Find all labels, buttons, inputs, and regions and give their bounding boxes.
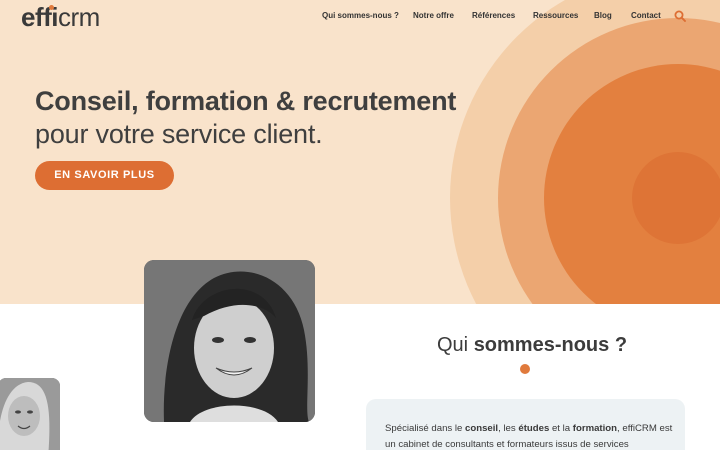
about-card: Spécialisé dans le conseil, les études e… (366, 399, 685, 450)
nav-item-contact[interactable]: Contact (631, 11, 661, 20)
en-savoir-plus-button[interactable]: EN SAVOIR PLUS (35, 161, 174, 190)
about-text: Spécialisé dans le conseil, les études e… (385, 423, 673, 450)
hero-section: efficrm Qui sommes-nous ? Notre offre Ré… (0, 0, 720, 304)
section-dot (520, 364, 530, 374)
nav-item-blog[interactable]: Blog (594, 11, 612, 20)
team-member-photo-secondary (0, 378, 60, 450)
nav-item-ressources[interactable]: Ressources (533, 11, 578, 20)
hero-headline: Conseil, formation & recrutement (35, 86, 457, 116)
team-member-photo (144, 260, 315, 422)
portrait-image-secondary (0, 378, 60, 450)
section-title-qui-sommes-nous: Qui sommes-nous ? (437, 334, 627, 357)
nav-item-qui-sommes-nous[interactable]: Qui sommes-nous ? (322, 11, 399, 20)
logo-dot (49, 5, 54, 10)
logo[interactable]: efficrm (21, 2, 100, 32)
hero-subline: pour votre service client. (35, 119, 323, 149)
logo-regular: crm (58, 2, 100, 32)
section-title-regular: Qui (437, 334, 469, 356)
section-title-bold: sommes-nous ? (473, 334, 628, 356)
search-icon[interactable] (674, 10, 686, 22)
nav-item-references[interactable]: Références (472, 11, 515, 20)
nav-item-notre-offre[interactable]: Notre offre (413, 11, 454, 20)
decorative-circles (450, 0, 720, 304)
site-header: efficrm Qui sommes-nous ? Notre offre Ré… (0, 0, 720, 34)
portrait-image (144, 260, 315, 422)
